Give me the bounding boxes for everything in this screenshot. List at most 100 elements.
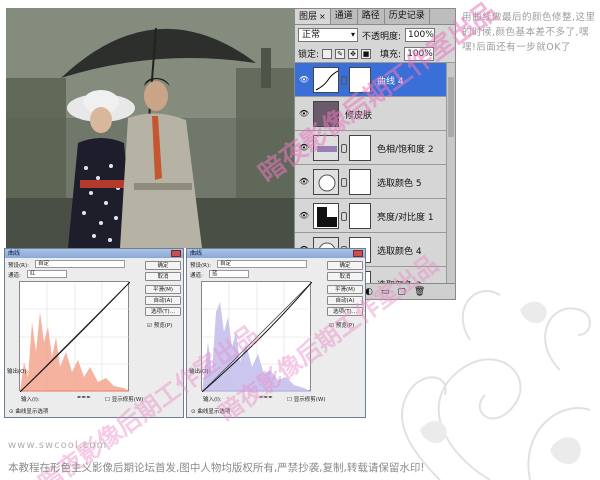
input-label: 输入(I): xyxy=(203,397,222,403)
layer-item[interactable]: 👁 曲线 4 xyxy=(295,63,455,97)
tab-label: 图层 xyxy=(299,12,318,22)
output-label: 输出(O): xyxy=(189,369,211,375)
layer-name: 亮度/对比度 1 xyxy=(377,213,434,223)
auto-button[interactable]: 自动(A) xyxy=(327,296,363,305)
preview-checkbox[interactable]: ☑ 预览(P) xyxy=(329,321,354,329)
output-label: 输出(O): xyxy=(7,369,29,375)
layer-item[interactable]: 👁 色相/饱和度 2 xyxy=(295,131,455,165)
preset-select[interactable]: 自定 xyxy=(217,260,307,268)
clipping-checkbox[interactable]: ☐ 显示修剪(W) xyxy=(105,395,143,403)
copyright-footer: 本教程在形色主义影像后期论坛首发,图中人物均版权所有,严禁抄袭,复制,转载请保留… xyxy=(8,462,425,474)
new-layer-icon[interactable]: ▢ xyxy=(397,287,406,297)
smooth-button[interactable]: 平滑(M) xyxy=(327,285,363,294)
link-icon[interactable] xyxy=(341,212,347,221)
layer-item[interactable]: 👁 选取颜色 5 xyxy=(295,165,455,199)
layer-item[interactable]: 👁 亮度/对比度 1 xyxy=(295,199,455,233)
preset-label: 预设(R): xyxy=(190,263,211,269)
preset-label: 预设(R): xyxy=(8,263,29,269)
cancel-button[interactable]: 取消 xyxy=(327,272,363,281)
cancel-button[interactable]: 取消 xyxy=(145,272,181,281)
options-button[interactable]: 选项(T)... xyxy=(327,307,363,316)
close-icon[interactable] xyxy=(171,250,181,257)
tab-paths[interactable]: 路径 xyxy=(358,9,385,24)
display-options-label: 曲线显示选项 xyxy=(197,409,231,415)
link-icon[interactable] xyxy=(341,178,347,187)
input-label: 输入(I): xyxy=(21,397,40,403)
close-icon[interactable] xyxy=(353,250,363,257)
adjustment-layer-icon[interactable]: ◐ xyxy=(365,287,373,297)
curve-graph[interactable] xyxy=(201,281,313,393)
lock-pixels-icon[interactable]: ✎ xyxy=(335,48,346,59)
tab-channels[interactable]: 通道 xyxy=(331,9,358,24)
layer-mask-thumbnail xyxy=(349,67,371,93)
layer-item[interactable]: 👁 修皮肤 xyxy=(295,97,455,131)
curves-dialog-red: 曲线 预设(R): 自定 通道: 红 确定 取消 平滑(M) 自动(A) 选项(… xyxy=(4,248,184,418)
preview-checkbox[interactable]: ☑ 预览(P) xyxy=(147,321,172,329)
channel-select[interactable]: 蓝 xyxy=(209,270,249,278)
tab-label: 路径 xyxy=(361,11,380,21)
layer-mask-thumbnail xyxy=(349,169,371,195)
opacity-input[interactable]: 100% xyxy=(405,28,436,42)
curves-dialog-blue: 曲线 预设(R): 自定 通道: 蓝 确定 取消 平滑(M) 自动(A) 选项(… xyxy=(186,248,366,418)
eye-icon[interactable]: 👁 xyxy=(298,75,310,84)
clipping-label: 显示修剪(W) xyxy=(293,397,326,403)
tab-layers[interactable]: 图层 × xyxy=(295,9,331,24)
eye-icon[interactable]: 👁 xyxy=(298,109,310,118)
eye-icon[interactable]: 👁 xyxy=(298,211,310,220)
options-button[interactable]: 选项(T)... xyxy=(145,307,181,316)
fill-label: 填充: xyxy=(380,50,402,60)
page: { "layers_panel": { "tabs": [ {"label": … xyxy=(0,0,600,480)
display-options-label: 曲线显示选项 xyxy=(15,409,49,415)
blend-mode-select[interactable]: 正常 ▾ xyxy=(298,28,358,42)
link-icon[interactable] xyxy=(341,144,347,153)
smooth-button[interactable]: 平滑(M) xyxy=(145,285,181,294)
layers-scrollbar[interactable] xyxy=(446,63,455,283)
tab-label: 历史记录 xyxy=(388,11,425,21)
clipping-checkbox[interactable]: ☐ 显示修剪(W) xyxy=(287,395,325,403)
curves-thumbnail-icon xyxy=(313,67,339,93)
channel-select[interactable]: 红 xyxy=(27,270,67,278)
dialog-title: 曲线 xyxy=(187,249,365,258)
curve-graph[interactable] xyxy=(19,281,131,393)
panel-tabs: 图层 × 通道 路径 历史记录 xyxy=(295,9,455,25)
lock-row: 锁定: ✎ ✥ ■ 填充: 100% xyxy=(295,45,455,63)
close-icon[interactable]: × xyxy=(319,12,326,21)
layer-mask-thumbnail xyxy=(349,135,371,161)
curve-display-options-toggle[interactable]: ⊙ 曲线显示选项 xyxy=(191,407,230,415)
channel-label: 通道: xyxy=(190,273,203,279)
site-url: www.swcool.com xyxy=(8,440,108,451)
layer-name: 色相/饱和度 2 xyxy=(377,145,434,155)
fill-input[interactable]: 100% xyxy=(404,46,435,61)
link-icon[interactable] xyxy=(341,76,347,85)
delete-layer-icon[interactable]: 🗑 xyxy=(414,287,425,297)
new-group-icon[interactable]: ▭ xyxy=(381,287,390,297)
layer-name: 选取颜色 5 xyxy=(377,179,422,189)
auto-button[interactable]: 自动(A) xyxy=(145,296,181,305)
layer-mask-thumbnail xyxy=(349,203,371,229)
lock-all-icon[interactable]: ■ xyxy=(361,48,372,59)
preset-select[interactable]: 自定 xyxy=(35,260,125,268)
preview-label: 预览(P) xyxy=(335,323,355,329)
hue-saturation-thumbnail-icon xyxy=(313,135,339,161)
opacity-label: 不透明度: xyxy=(362,31,402,42)
blend-mode-value: 正常 xyxy=(302,30,321,40)
tab-label: 通道 xyxy=(334,11,353,21)
tutorial-note: 用曲线做最后的颜色修整,这里的时候,颜色基本差不多了,嘿嘿!后面还有一步就OK了 xyxy=(462,12,596,53)
scrollbar-thumb[interactable] xyxy=(448,77,454,137)
eye-icon[interactable]: 👁 xyxy=(298,177,310,186)
preview-label: 预览(P) xyxy=(153,323,173,329)
lock-position-icon[interactable]: ✥ xyxy=(348,48,359,59)
eye-icon[interactable]: 👁 xyxy=(298,143,310,152)
ok-button[interactable]: 确定 xyxy=(327,261,363,270)
tab-history[interactable]: 历史记录 xyxy=(385,9,430,24)
ok-button[interactable]: 确定 xyxy=(145,261,181,270)
lock-transparency-icon[interactable] xyxy=(322,48,333,59)
channel-label: 通道: xyxy=(8,273,21,279)
eyedropper-icons[interactable]: ✒✒✒ xyxy=(259,395,273,401)
couple-umbrella-photo xyxy=(6,8,294,248)
chevron-down-icon: ▾ xyxy=(350,30,355,39)
lock-label: 锁定: xyxy=(298,50,320,60)
eyedropper-icons[interactable]: ✒✒✒ xyxy=(77,395,91,401)
selective-color-thumbnail-icon xyxy=(313,169,339,195)
curve-display-options-toggle[interactable]: ⊙ 曲线显示选项 xyxy=(9,407,48,415)
